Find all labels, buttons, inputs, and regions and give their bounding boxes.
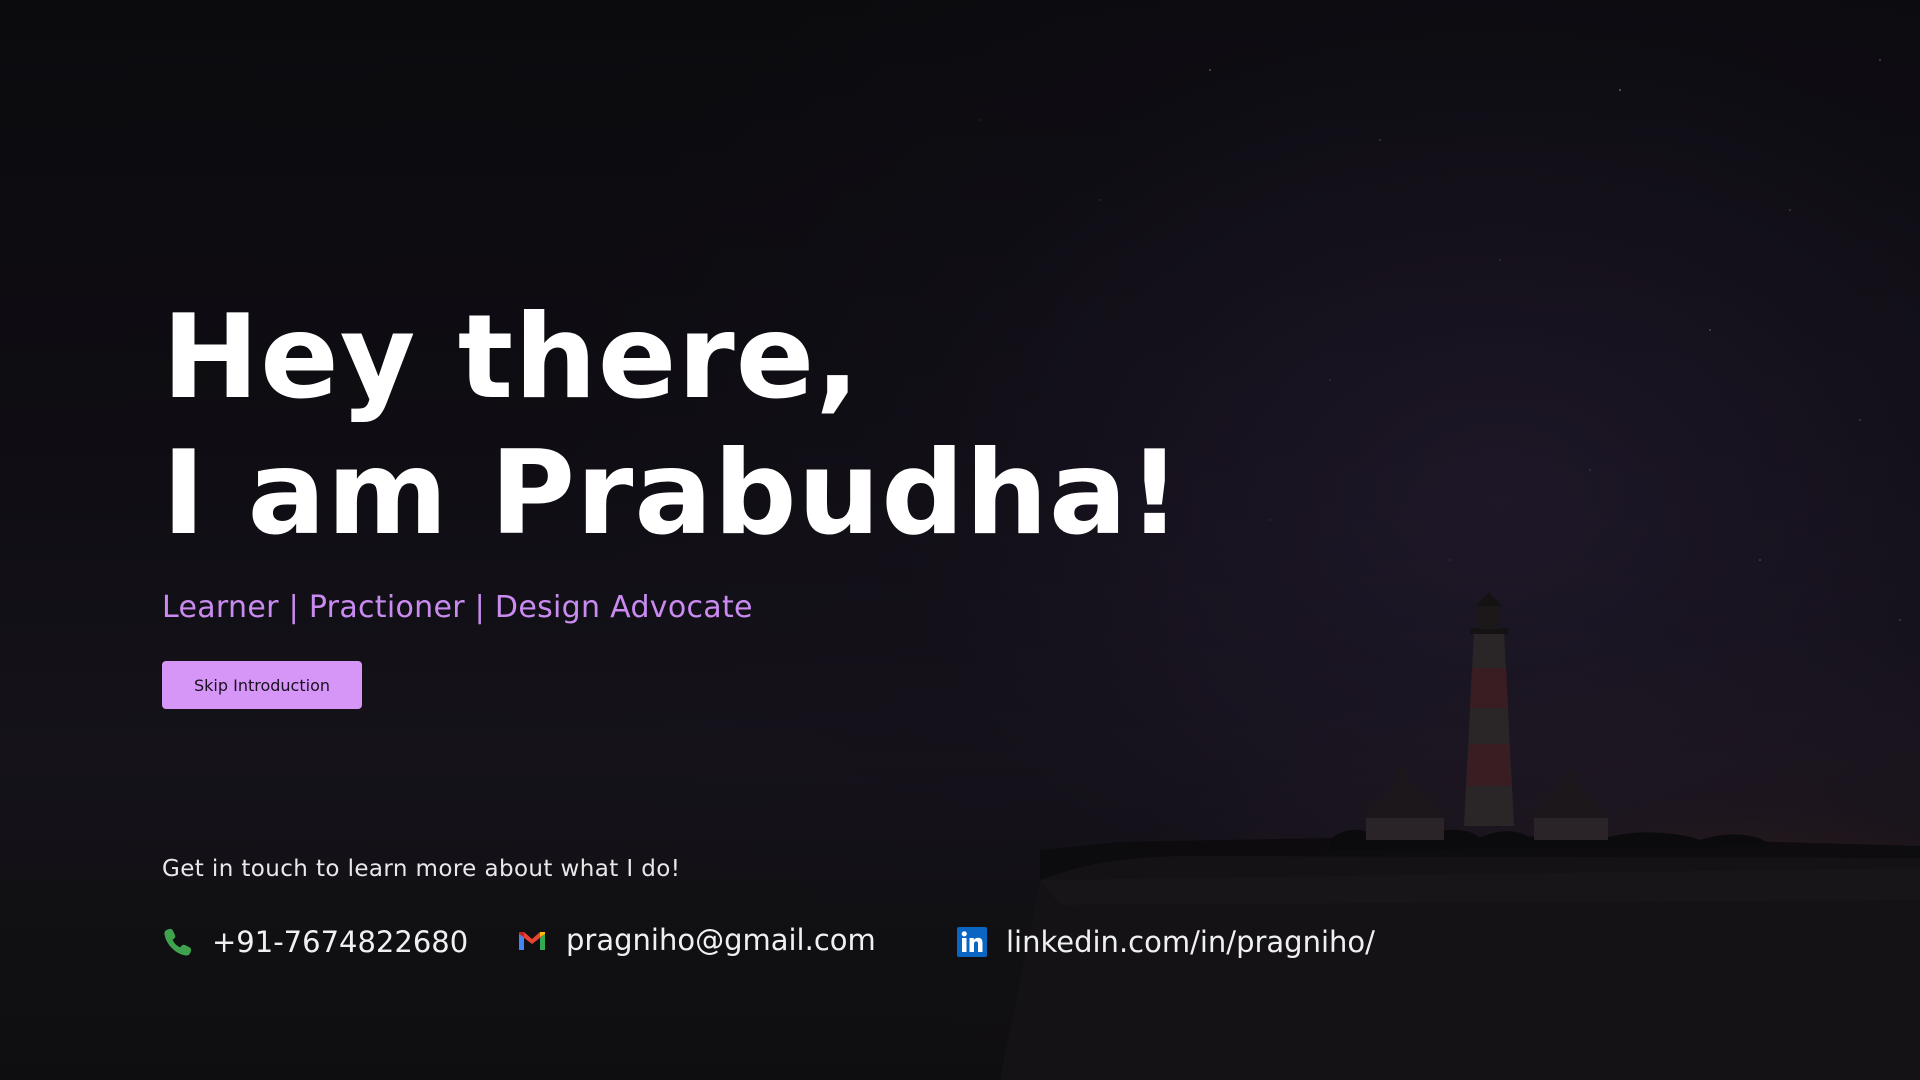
linkedin-contact-link[interactable]: linkedin.com/in/pragniho/ xyxy=(956,918,1375,966)
headline-line-name: I am Prabudha! xyxy=(162,426,1182,561)
hero-section: Hey there, I am Prabudha! Learner | Prac… xyxy=(0,0,1920,1080)
phone-contact-link[interactable]: +91-7674822680 xyxy=(162,918,468,966)
linkedin-url: linkedin.com/in/pragniho/ xyxy=(1006,925,1375,959)
skip-introduction-button[interactable]: Skip Introduction xyxy=(162,661,362,709)
tagline: Learner | Practioner | Design Advocate xyxy=(162,590,753,625)
contact-intro-text: Get in touch to learn more about what I … xyxy=(162,856,681,882)
headline-line-greeting: Hey there, xyxy=(162,290,861,425)
phone-number: +91-7674822680 xyxy=(212,925,469,959)
gmail-icon xyxy=(519,932,545,950)
email-contact-link[interactable]: pragniho@gmail.com xyxy=(516,916,876,964)
page-title: Hey there, I am Prabudha! xyxy=(162,290,1362,562)
hero-content: Hey there, I am Prabudha! Learner | Prac… xyxy=(162,290,1362,709)
linkedin-icon xyxy=(957,927,987,957)
phone-icon xyxy=(164,928,192,956)
email-address: pragniho@gmail.com xyxy=(566,923,876,957)
